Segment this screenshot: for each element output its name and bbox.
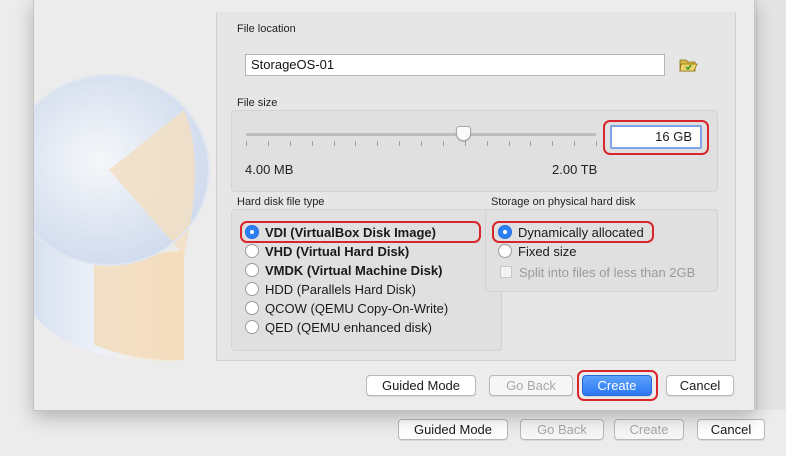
radio-vhd-label: VHD (Virtual Hard Disk) — [265, 243, 410, 259]
file-size-max-label: 2.00 TB — [552, 162, 598, 177]
slider-tick — [399, 141, 400, 146]
parent-window-edge — [756, 0, 786, 410]
hard-disk-illustration — [34, 0, 234, 410]
highlight-create — [577, 370, 658, 401]
radio-indicator — [245, 301, 259, 315]
storage-label: Storage on physical hard disk — [491, 196, 636, 208]
go-back-button[interactable]: Go Back — [489, 375, 573, 396]
disk-settings-panel: File location StorageOS-01 File size 4.0… — [216, 12, 754, 361]
slider-tick — [246, 141, 247, 146]
slider-tick — [334, 141, 335, 146]
checkbox-indicator — [500, 266, 512, 278]
slider-tick — [509, 141, 510, 146]
cancel-button[interactable]: Cancel — [666, 375, 734, 396]
slider-tick — [312, 141, 313, 146]
parent-guided-mode-button[interactable]: Guided Mode — [398, 419, 508, 440]
radio-indicator — [245, 282, 259, 296]
slider-thumb[interactable] — [456, 126, 471, 141]
file-location-label: File location — [237, 23, 296, 35]
slider-tick — [377, 141, 378, 146]
file-location-input[interactable]: StorageOS-01 — [245, 54, 665, 76]
guided-mode-button[interactable]: Guided Mode — [366, 375, 476, 396]
radio-indicator — [498, 244, 512, 258]
radio-hdd-label: HDD (Parallels Hard Disk) — [265, 281, 416, 297]
highlight-file-size — [603, 120, 709, 155]
slider-tick — [355, 141, 356, 146]
parent-create-button[interactable]: Create — [614, 419, 684, 440]
slider-tick — [421, 141, 422, 146]
radio-fixed-label: Fixed size — [518, 243, 577, 259]
slider-tick — [443, 141, 444, 146]
slider-tick — [574, 141, 575, 146]
radio-qed[interactable]: QED (QEMU enhanced disk) — [245, 318, 432, 336]
slider-tick — [465, 141, 466, 146]
radio-qcow-label: QCOW (QEMU Copy-On-Write) — [265, 300, 449, 316]
radio-fixed-size[interactable]: Fixed size — [498, 242, 577, 260]
split-files-label: Split into files of less than 2GB — [519, 264, 696, 280]
hard-disk-type-label: Hard disk file type — [237, 196, 325, 208]
create-virtual-hard-disk-dialog: File location StorageOS-01 File size 4.0… — [33, 0, 755, 411]
slider-tick — [487, 141, 488, 146]
highlight-vdi — [240, 221, 481, 243]
radio-indicator — [245, 263, 259, 277]
file-size-min-label: 4.00 MB — [245, 162, 294, 177]
folder-open-icon[interactable] — [678, 56, 698, 74]
slider-tick — [268, 141, 269, 146]
radio-qed-label: QED (QEMU enhanced disk) — [265, 319, 432, 335]
highlight-dynamically-allocated — [492, 221, 654, 243]
radio-indicator — [245, 244, 259, 258]
slider-tick — [552, 141, 553, 146]
slider-tick — [596, 141, 597, 146]
slider-tick — [530, 141, 531, 146]
radio-vmdk[interactable]: VMDK (Virtual Machine Disk) — [245, 261, 442, 279]
radio-hdd[interactable]: HDD (Parallels Hard Disk) — [245, 280, 416, 298]
parent-cancel-button[interactable]: Cancel — [697, 419, 765, 440]
slider-track — [246, 133, 596, 136]
radio-indicator — [245, 320, 259, 334]
slider-tick — [290, 141, 291, 146]
radio-vmdk-label: VMDK (Virtual Machine Disk) — [265, 262, 443, 278]
file-size-label: File size — [237, 97, 278, 109]
radio-vhd[interactable]: VHD (Virtual Hard Disk) — [245, 242, 409, 260]
parent-go-back-button[interactable]: Go Back — [520, 419, 604, 440]
radio-qcow[interactable]: QCOW (QEMU Copy-On-Write) — [245, 299, 448, 317]
split-files-checkbox[interactable]: Split into files of less than 2GB — [500, 263, 695, 281]
